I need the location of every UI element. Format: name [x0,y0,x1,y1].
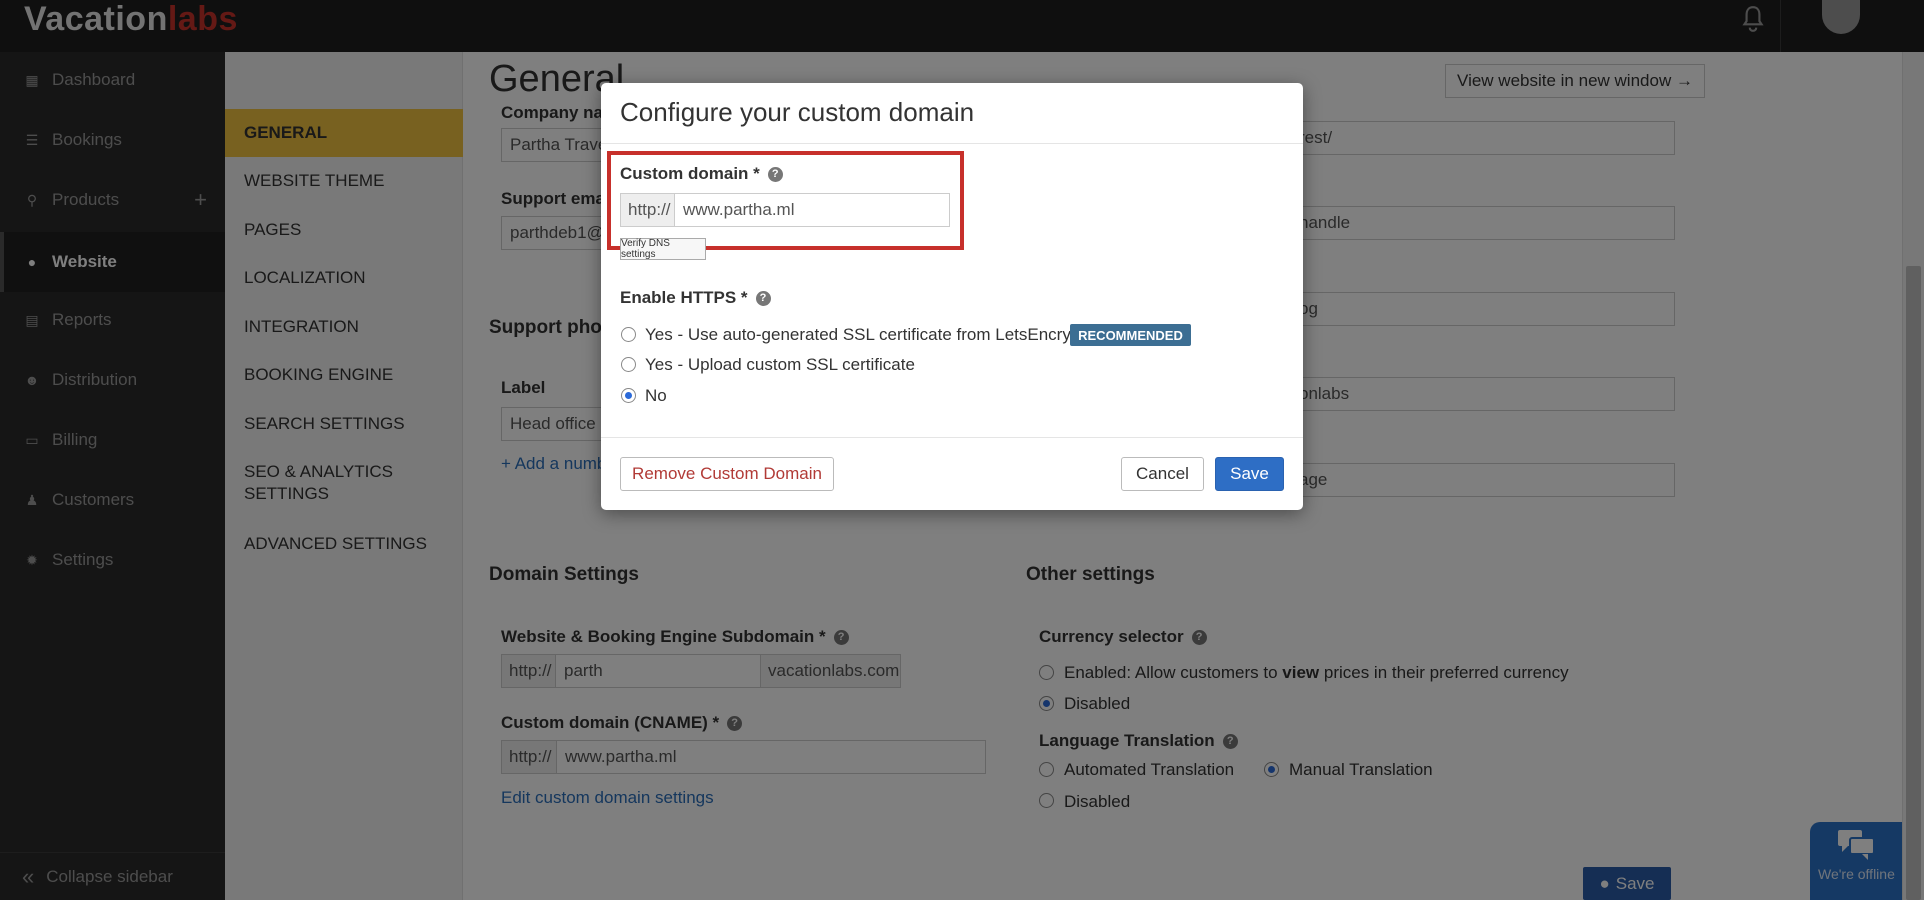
modal-footer-divider [601,437,1303,438]
recommended-badge: RECOMMENDED [1070,324,1191,346]
https-upload-label: Yes - Upload custom SSL certificate [645,355,915,374]
verify-dns-button[interactable]: Verify DNS settings [620,238,706,260]
https-upload-radio[interactable] [621,357,636,372]
enable-https-label-text: Enable HTTPS * [620,288,748,307]
cancel-button[interactable]: Cancel [1121,457,1204,491]
https-no-label: No [645,386,667,405]
enable-https-label: Enable HTTPS *? [620,288,771,308]
remove-custom-domain-button[interactable]: Remove Custom Domain [620,457,834,491]
save-button[interactable]: Save [1215,457,1284,491]
modal-header-divider [601,143,1303,144]
modal-title: Configure your custom domain [620,97,975,127]
https-no-radio[interactable] [621,388,636,403]
highlight-annotation-box [607,151,964,250]
https-letsencrypt-radio[interactable] [621,327,636,342]
https-letsencrypt-label: Yes - Use auto-generated SSL certificate… [645,325,1086,344]
help-icon[interactable]: ? [755,291,771,307]
custom-domain-modal: Configure your custom domain Custom doma… [601,83,1303,510]
